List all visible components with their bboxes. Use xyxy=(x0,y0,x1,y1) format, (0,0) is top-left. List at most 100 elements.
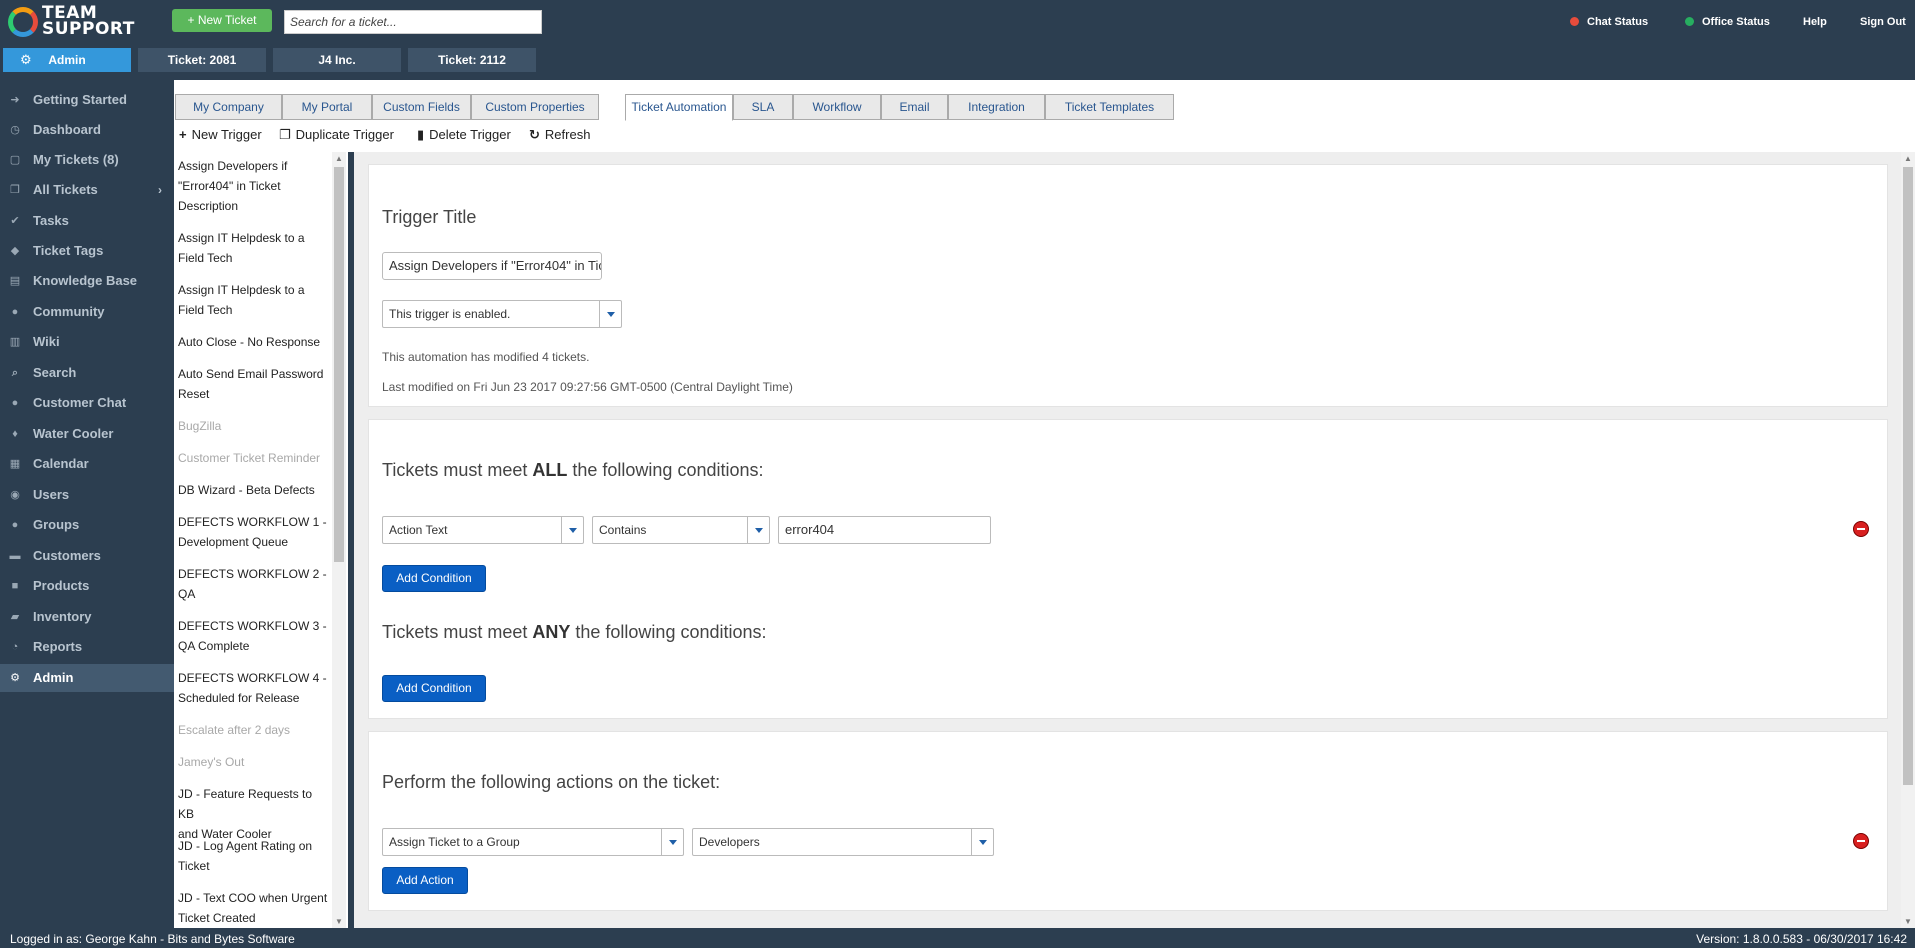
trigger-item[interactable]: Auto Close - No Response xyxy=(178,332,330,352)
add-action-button[interactable]: Add Action xyxy=(382,867,468,894)
sidebar-item-knowledge-base[interactable]: ▤ Knowledge Base xyxy=(0,267,174,295)
trigger-item[interactable]: DEFECTS WORKFLOW 4 - Scheduled for Releas… xyxy=(178,668,330,708)
tab-my-company[interactable]: My Company xyxy=(175,94,282,120)
trigger-item[interactable]: Assign Developers if "Error404" in Ticket… xyxy=(178,156,330,216)
action-group-select[interactable]: Developers xyxy=(692,828,994,856)
tab-ticket-2112[interactable]: Ticket: 2112 xyxy=(408,48,536,72)
sidebar-item-label: My Tickets (8) xyxy=(33,152,119,167)
sidebar-item-all-tickets[interactable]: ❐ All Tickets › xyxy=(0,176,174,204)
tab-sla[interactable]: SLA xyxy=(733,94,793,120)
trigger-item[interactable]: DEFECTS WORKFLOW 1 - Development Queue xyxy=(178,512,330,552)
remove-condition-icon[interactable] xyxy=(1853,521,1869,537)
sidebar-item-customers[interactable]: ▬ Customers xyxy=(0,542,174,570)
sidebar-item-wiki[interactable]: ▥ Wiki xyxy=(0,328,174,356)
scrollbar-thumb[interactable] xyxy=(1903,167,1913,785)
scrollbar-thumb[interactable] xyxy=(334,167,344,562)
trigger-item[interactable]: DEFECTS WORKFLOW 3 - QA Complete xyxy=(178,616,330,656)
trigger-item[interactable]: Jamey's Out xyxy=(178,752,330,772)
sidebar-item-reports[interactable]: ◔ Reports xyxy=(0,633,174,661)
sidebar-item-admin[interactable]: ⚙ Admin xyxy=(0,664,174,692)
add-condition-any-button[interactable]: Add Condition xyxy=(382,675,486,702)
tab-email[interactable]: Email xyxy=(881,94,948,120)
trigger-item[interactable]: DEFECTS WORKFLOW 2 - QA xyxy=(178,564,330,604)
sidebar-item-my-tickets[interactable]: ▢ My Tickets (8) xyxy=(0,146,174,174)
trigger-item[interactable]: JD - Log Agent Rating on Ticket xyxy=(178,836,330,876)
trigger-item[interactable]: BugZilla xyxy=(178,416,330,436)
ticket-search-input[interactable]: Search for a ticket... xyxy=(284,10,542,34)
trigger-line: Assign IT Helpdesk to a xyxy=(178,231,305,245)
tab-custom-fields[interactable]: Custom Fields xyxy=(372,94,471,120)
tab-integration[interactable]: Integration xyxy=(948,94,1045,120)
action-type-value: Assign Ticket to a Group xyxy=(389,835,520,849)
sidebar-item-customer-chat[interactable]: ● Customer Chat xyxy=(0,389,174,417)
trigger-list: Assign Developers if "Error404" in Ticket… xyxy=(174,152,332,928)
scroll-down-arrow-icon[interactable]: ▼ xyxy=(1904,917,1912,926)
delete-trigger-button[interactable]: ▮ Delete Trigger xyxy=(417,124,511,146)
any-conditions-heading: Tickets must meet ANY the following cond… xyxy=(382,622,767,643)
scroll-down-arrow-icon[interactable]: ▼ xyxy=(335,917,343,926)
sidebar-item-search[interactable]: ⌕ Search xyxy=(0,359,174,387)
trigger-status-select[interactable]: This trigger is enabled. xyxy=(382,300,622,328)
sidebar-item-products[interactable]: ■ Products xyxy=(0,572,174,600)
new-ticket-button[interactable]: + New Ticket xyxy=(172,9,272,32)
action-type-select[interactable]: Assign Ticket to a Group xyxy=(382,828,684,856)
sidebar-item-calendar[interactable]: ▦ Calendar xyxy=(0,450,174,478)
tab-ticket-2081[interactable]: Ticket: 2081 xyxy=(138,48,266,72)
sign-out-link[interactable]: Sign Out xyxy=(1860,16,1906,28)
chat-status-toggle[interactable]: Chat Status xyxy=(1570,16,1648,28)
chevron-right-icon: › xyxy=(158,183,162,197)
remove-action-icon[interactable] xyxy=(1853,833,1869,849)
trigger-item[interactable]: Assign IT Helpdesk to a Field Tech xyxy=(178,228,330,268)
ticket-icon: ▢ xyxy=(9,154,21,166)
trigger-item[interactable]: Customer Ticket Reminder xyxy=(178,448,330,468)
teamsupport-logo[interactable]: TEAM SUPPORT xyxy=(8,4,148,38)
tab-admin[interactable]: ⚙ Admin xyxy=(3,48,131,72)
tab-my-portal[interactable]: My Portal xyxy=(282,94,372,120)
office-status-toggle[interactable]: Office Status xyxy=(1685,16,1770,28)
condition-operator-select[interactable]: Contains xyxy=(592,516,770,544)
condition-field-select[interactable]: Action Text xyxy=(382,516,584,544)
trigger-status-value: This trigger is enabled. xyxy=(389,307,511,321)
add-condition-all-button[interactable]: Add Condition xyxy=(382,565,486,592)
trigger-list-scrollbar[interactable]: ▲ ▼ xyxy=(332,152,346,928)
scroll-up-arrow-icon[interactable]: ▲ xyxy=(1904,154,1912,163)
refresh-button[interactable]: ↻ Refresh xyxy=(529,124,590,146)
trigger-item[interactable]: Auto Send Email Password Reset xyxy=(178,364,330,404)
new-trigger-button[interactable]: + New Trigger xyxy=(179,124,262,146)
trigger-item[interactable]: JD - Feature Requests to KB and Water Coo… xyxy=(178,784,330,844)
tab-j4-inc[interactable]: J4 Inc. xyxy=(273,48,401,72)
trigger-line: Assign IT Helpdesk to a xyxy=(178,283,305,297)
sidebar-item-users[interactable]: ◉ Users xyxy=(0,481,174,509)
trigger-title-input[interactable]: Assign Developers if "Error404" in Ticke… xyxy=(382,252,602,280)
sidebar-item-dashboard[interactable]: ◷ Dashboard xyxy=(0,116,174,144)
tab-ticket-automation[interactable]: Ticket Automation xyxy=(625,94,733,121)
logo-ring-icon xyxy=(8,7,38,37)
trigger-line: Field Tech xyxy=(178,303,233,317)
detail-panel-scrollbar[interactable]: ▲ ▼ xyxy=(1901,152,1915,928)
help-link[interactable]: Help xyxy=(1803,16,1827,28)
chat-icon: ● xyxy=(11,397,19,409)
tab-custom-properties[interactable]: Custom Properties xyxy=(471,94,599,120)
sidebar-item-ticket-tags[interactable]: ◆ Ticket Tags xyxy=(0,237,174,265)
trigger-item[interactable]: DB Wizard - Beta Defects xyxy=(178,480,330,500)
office-status-dot-icon xyxy=(1685,17,1694,26)
sidebar-item-inventory[interactable]: ▰ Inventory xyxy=(0,603,174,631)
tab-workflow[interactable]: Workflow xyxy=(793,94,881,120)
tab-ticket-templates[interactable]: Ticket Templates xyxy=(1045,94,1174,120)
sidebar-item-water-cooler[interactable]: ♦ Water Cooler xyxy=(0,420,174,448)
status-footer: Logged in as: George Kahn - Bits and Byt… xyxy=(0,930,1915,948)
condition-value-input[interactable]: error404 xyxy=(778,516,991,544)
trigger-item[interactable]: Escalate after 2 days xyxy=(178,720,330,740)
trigger-item[interactable]: JD - Text COO when Urgent Ticket Created xyxy=(178,888,330,928)
sidebar-item-groups[interactable]: ● Groups xyxy=(0,511,174,539)
book-icon: ▤ xyxy=(9,275,21,287)
trigger-item[interactable]: Assign IT Helpdesk to a Field Tech xyxy=(178,280,330,320)
trigger-line: Development Queue xyxy=(178,535,289,549)
sidebar-item-getting-started[interactable]: ➜ Getting Started xyxy=(0,86,174,114)
group-icon: ● xyxy=(11,519,19,531)
scroll-up-arrow-icon[interactable]: ▲ xyxy=(335,154,343,163)
trash-icon: ▮ xyxy=(417,127,425,142)
sidebar-item-community[interactable]: ● Community xyxy=(0,298,174,326)
duplicate-trigger-button[interactable]: ❐ Duplicate Trigger xyxy=(279,124,394,146)
sidebar-item-tasks[interactable]: ✔ Tasks xyxy=(0,207,174,235)
